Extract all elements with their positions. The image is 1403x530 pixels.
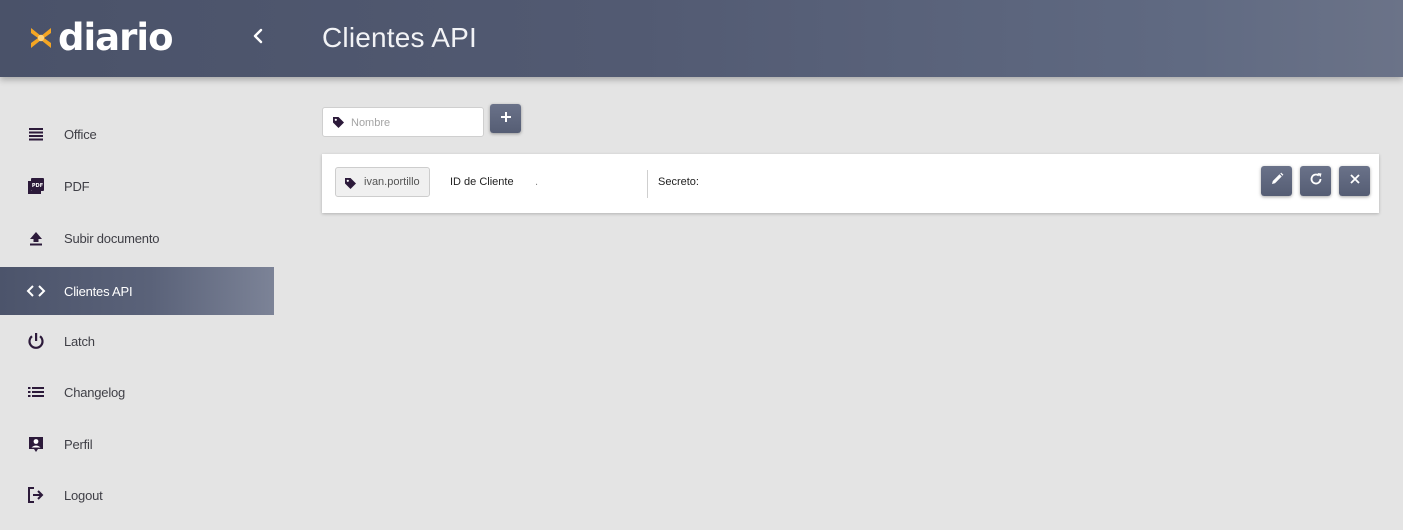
- tag-icon: [332, 116, 345, 134]
- sidebar-item-changelog[interactable]: Changelog: [0, 368, 274, 416]
- sidebar-item-label: Latch: [64, 333, 95, 349]
- chevron-left-icon: [252, 28, 264, 49]
- client-name: ivan.portillo: [364, 176, 420, 188]
- sidebar-item-perfil[interactable]: Perfil: [0, 420, 274, 468]
- sidebar-item-logout[interactable]: Logout: [0, 471, 274, 519]
- secret-label: Secreto:: [658, 176, 699, 188]
- sidebar-item-label: PDF: [64, 178, 90, 194]
- sidebar-item-label: Office: [64, 126, 97, 142]
- sidebar-item-label: Logout: [64, 487, 103, 503]
- client-name-chip[interactable]: ivan.portillo: [335, 167, 430, 197]
- office-lines-icon: [26, 124, 46, 144]
- sidebar: Office PDF PDF Subir documento Clientes …: [0, 77, 274, 530]
- sidebar-item-latch[interactable]: Latch: [0, 317, 274, 365]
- client-id-value: .: [535, 176, 539, 188]
- sidebar-item-label: Perfil: [64, 436, 93, 452]
- app-logo[interactable]: diario: [28, 18, 173, 58]
- top-header: diario Clientes API: [0, 0, 1403, 77]
- logout-icon: [26, 485, 46, 505]
- refresh-icon: [1309, 172, 1323, 191]
- sidebar-item-label: Changelog: [64, 384, 126, 400]
- delete-client-button[interactable]: [1339, 166, 1370, 196]
- svg-text:PDF: PDF: [32, 183, 43, 189]
- sidebar-item-clientes-api[interactable]: Clientes API: [0, 267, 274, 315]
- upload-icon: [26, 228, 46, 248]
- sidebar-item-office[interactable]: Office: [0, 110, 274, 158]
- tag-icon: [344, 177, 357, 195]
- logo-x-icon: [28, 25, 54, 51]
- client-id-label: ID de Cliente: [450, 176, 514, 188]
- power-icon: [26, 331, 46, 351]
- sidebar-item-pdf[interactable]: PDF PDF: [0, 162, 274, 210]
- close-icon: [1349, 172, 1361, 190]
- plus-icon: [500, 110, 512, 128]
- profile-icon: [26, 434, 46, 454]
- name-filter-field[interactable]: [322, 107, 484, 137]
- pdf-icon: PDF: [26, 176, 46, 196]
- logo-text: diario: [58, 16, 173, 59]
- sidebar-item-label: Clientes API: [64, 283, 133, 299]
- edit-client-button[interactable]: [1261, 166, 1292, 196]
- page-title: Clientes API: [322, 22, 477, 53]
- sidebar-item-upload[interactable]: Subir documento: [0, 214, 274, 262]
- refresh-secret-button[interactable]: [1300, 166, 1331, 196]
- name-input[interactable]: [351, 113, 479, 133]
- code-icon: [26, 281, 46, 301]
- edit-icon: [1270, 172, 1284, 191]
- add-client-button[interactable]: [490, 104, 521, 133]
- sidebar-item-label: Subir documento: [64, 230, 160, 246]
- client-card: ivan.portillo ID de Cliente . Secreto:: [322, 154, 1379, 213]
- list-icon: [26, 382, 46, 402]
- divider: [647, 170, 648, 198]
- collapse-sidebar-button[interactable]: [246, 24, 270, 52]
